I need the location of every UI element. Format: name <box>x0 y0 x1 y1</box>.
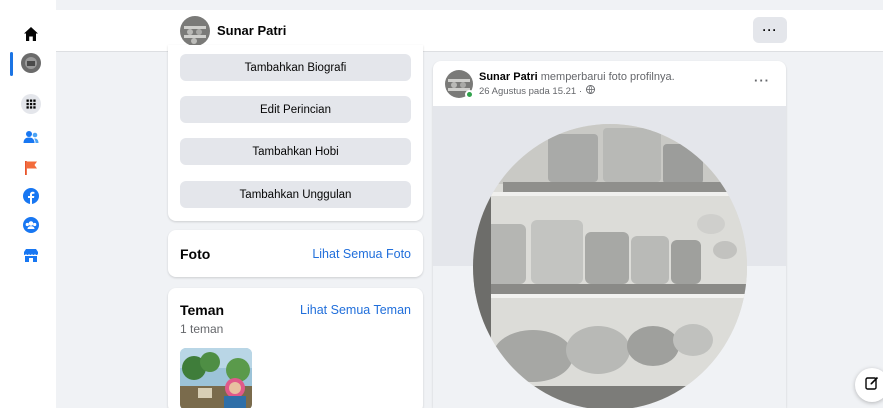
friends-card: Teman Lihat Semua Teman 1 teman <box>168 288 423 408</box>
pages-flag-icon[interactable] <box>21 158 41 178</box>
marketplace-icon[interactable] <box>21 245 41 265</box>
groups-icon[interactable] <box>21 215 41 235</box>
header-profile-name[interactable]: Sunar Patri <box>217 23 286 38</box>
post-header-text: Sunar Patri memperbarui foto profilnya. <box>479 71 675 83</box>
compose-message-button[interactable] <box>855 368 883 402</box>
photos-card: Foto Lihat Semua Foto <box>168 230 423 277</box>
intro-card: Tambahkan Biografi Edit Perincian Tambah… <box>168 45 423 221</box>
facebook-icon[interactable] <box>21 186 41 206</box>
post-action-text: memperbarui foto profilnya. <box>537 71 675 83</box>
online-status-dot <box>465 90 474 99</box>
apps-grid-icon[interactable] <box>21 94 41 114</box>
add-bio-button[interactable]: Tambahkan Biografi <box>180 54 411 81</box>
add-featured-button[interactable]: Tambahkan Unggulan <box>180 181 411 208</box>
see-all-friends-link[interactable]: Lihat Semua Teman <box>300 303 411 317</box>
add-hobbies-button[interactable]: Tambahkan Hobi <box>180 138 411 165</box>
home-icon[interactable] <box>21 24 41 44</box>
profile-photo[interactable] <box>473 124 747 408</box>
see-all-photos-link[interactable]: Lihat Semua Foto <box>312 247 411 261</box>
compose-icon <box>865 376 879 395</box>
photos-title[interactable]: Foto <box>180 246 210 262</box>
edit-details-button[interactable]: Edit Perincian <box>180 96 411 123</box>
header-avatar[interactable] <box>180 16 210 46</box>
friends-count: 1 teman <box>180 322 224 336</box>
post-image-area[interactable] <box>433 106 786 408</box>
friend-photo[interactable] <box>180 348 252 408</box>
friends-title[interactable]: Teman <box>180 302 224 318</box>
post-timestamp[interactable]: 26 Agustus pada 15.21 · <box>479 86 582 97</box>
header-more-button[interactable]: ··· <box>753 17 787 43</box>
friends-icon[interactable] <box>21 127 41 147</box>
post-more-button[interactable]: ··· <box>754 73 770 88</box>
post-timestamp-row: 26 Agustus pada 15.21 · <box>479 85 595 97</box>
profile-avatar[interactable] <box>21 53 41 73</box>
post-author-name[interactable]: Sunar Patri <box>479 71 538 83</box>
active-indicator <box>10 52 13 76</box>
globe-icon <box>586 85 595 97</box>
left-nav-rail <box>0 0 56 408</box>
post-card: Sunar Patri memperbarui foto profilnya. … <box>433 61 786 408</box>
